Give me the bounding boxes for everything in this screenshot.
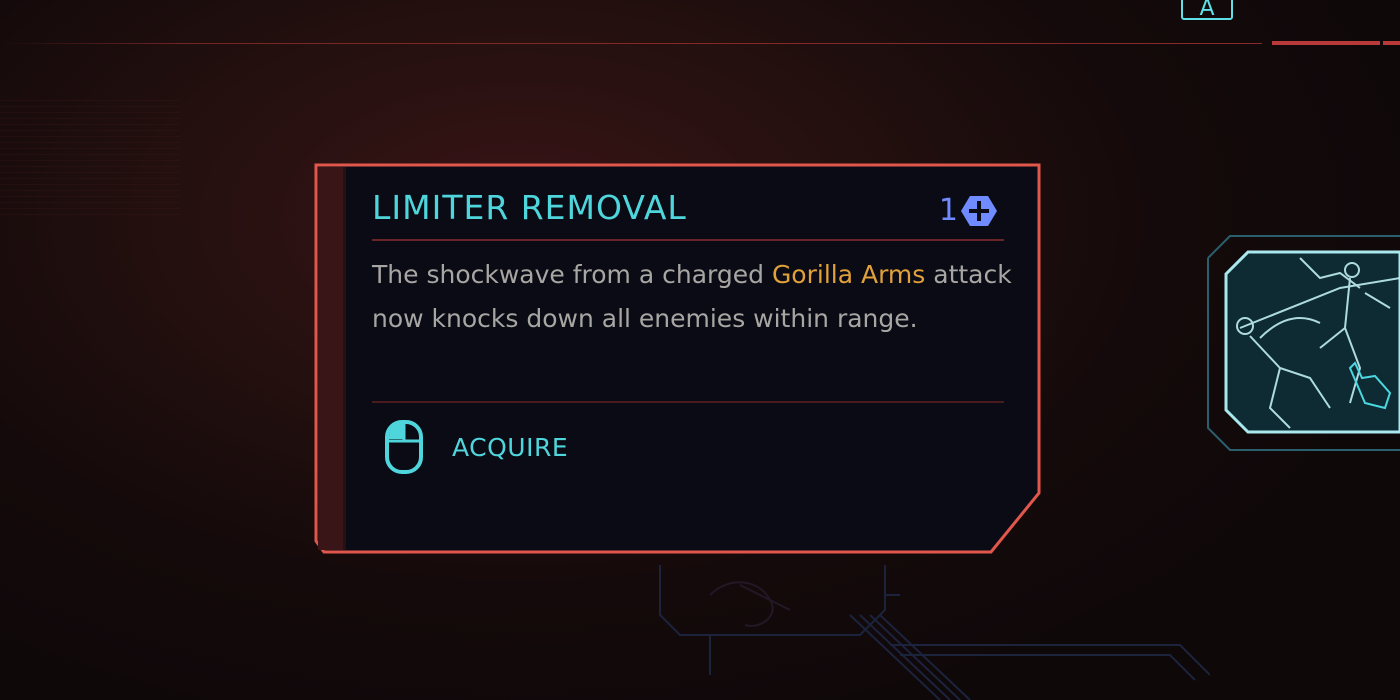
top-divider-accent-end: [1383, 41, 1400, 45]
title-divider: [372, 239, 1004, 241]
perk-cost: 1: [939, 193, 998, 228]
top-divider-line: [0, 43, 1262, 44]
perk-point-plus-icon: [961, 195, 997, 226]
tooltip-content: LIMITER REMOVAL 1 The shockwave from a c…: [372, 185, 1012, 475]
description-highlight: Gorilla Arms: [771, 260, 926, 289]
background-grid-lines: [0, 100, 180, 220]
acquire-button[interactable]: ACQUIRE: [372, 419, 1004, 475]
perk-description: The shockwave from a charged Gorilla Arm…: [372, 253, 1012, 391]
perk-tooltip: LIMITER REMOVAL 1 The shockwave from a c…: [314, 163, 1041, 555]
circuit-decoration: [659, 565, 1210, 700]
action-divider: [372, 401, 1004, 403]
acquire-label: ACQUIRE: [452, 432, 569, 462]
mouse-left-click-icon: [385, 420, 423, 474]
top-divider-accent: [1272, 41, 1380, 45]
perk-icon-tile[interactable]: [1200, 218, 1400, 458]
perk-cost-value: 1: [938, 193, 958, 228]
key-hint-badge: A: [1181, 0, 1233, 20]
perk-title: LIMITER REMOVAL: [372, 188, 687, 227]
description-text: The shockwave from a charged: [372, 260, 772, 289]
